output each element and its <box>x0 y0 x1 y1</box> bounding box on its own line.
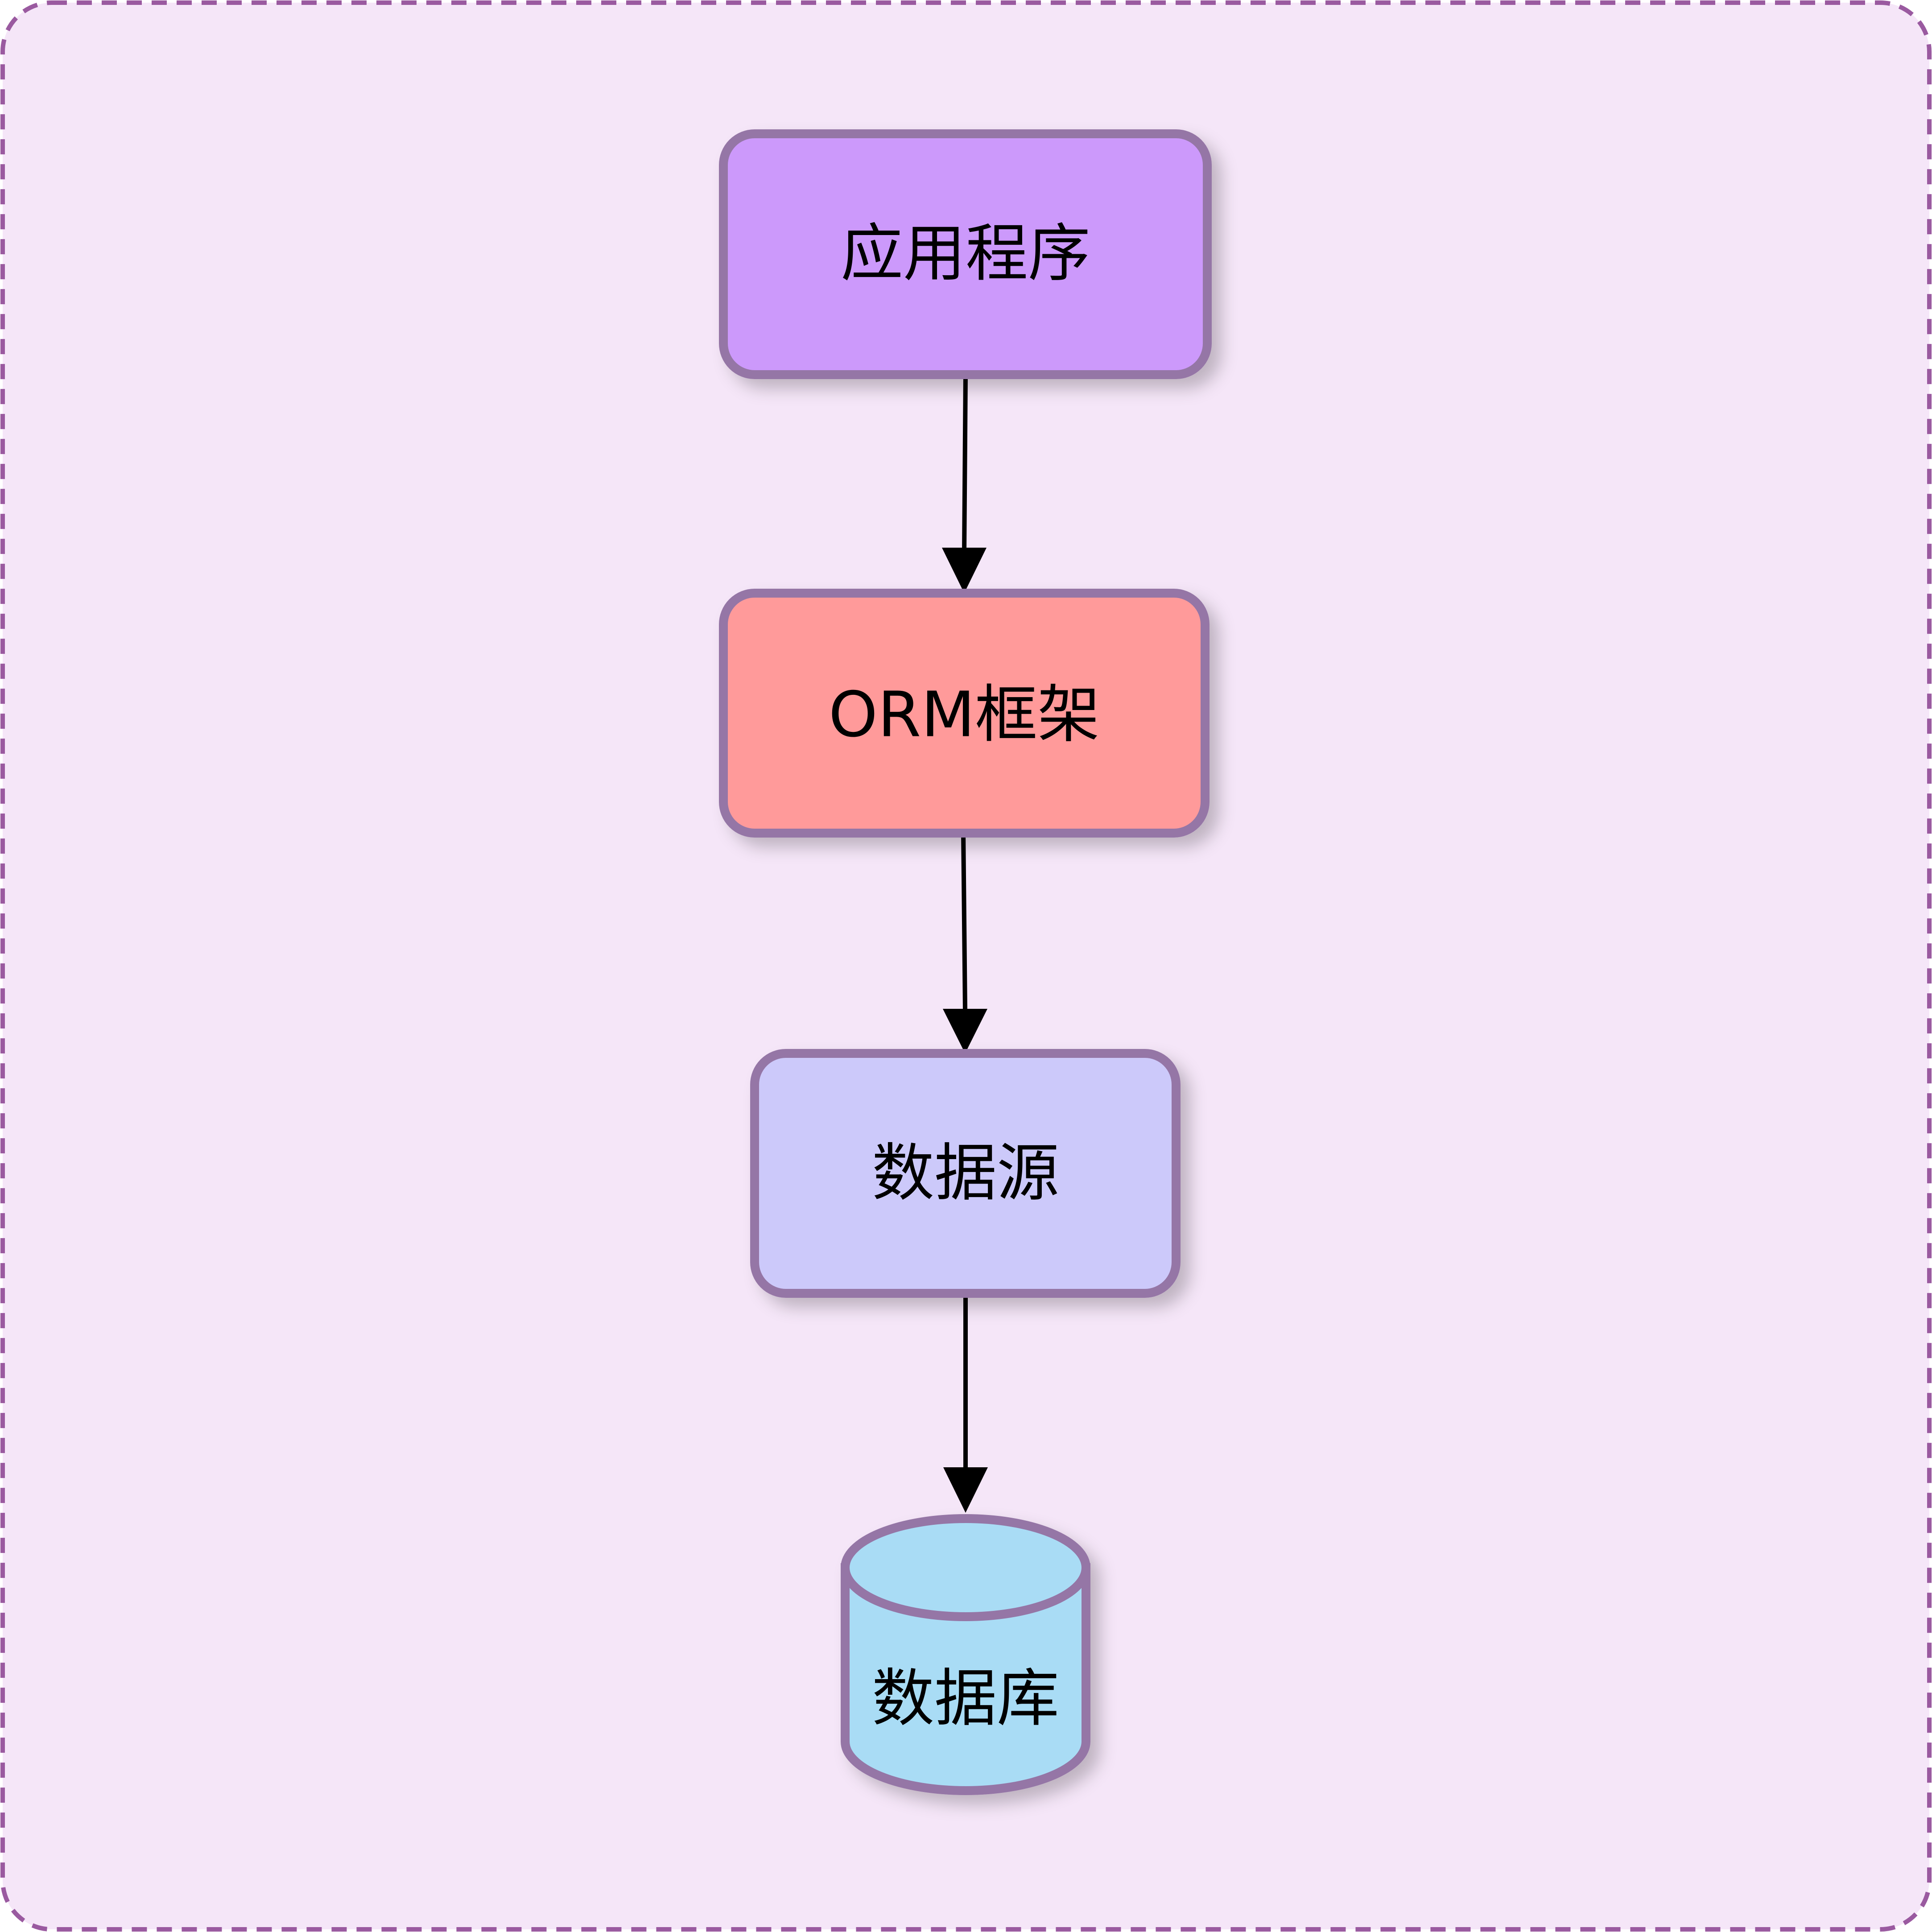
cylinder-top <box>841 1514 1090 1621</box>
node-datasource-label: 数据源 <box>872 1137 1059 1210</box>
diagram-canvas: 应用程序 ORM框架 数据源 数据库 <box>0 0 1932 1932</box>
node-database-label: 数据库 <box>872 1663 1059 1735</box>
node-app-label: 应用程序 <box>841 218 1090 290</box>
node-database <box>841 1514 1090 1795</box>
node-orm-label: ORM框架 <box>829 679 1100 751</box>
